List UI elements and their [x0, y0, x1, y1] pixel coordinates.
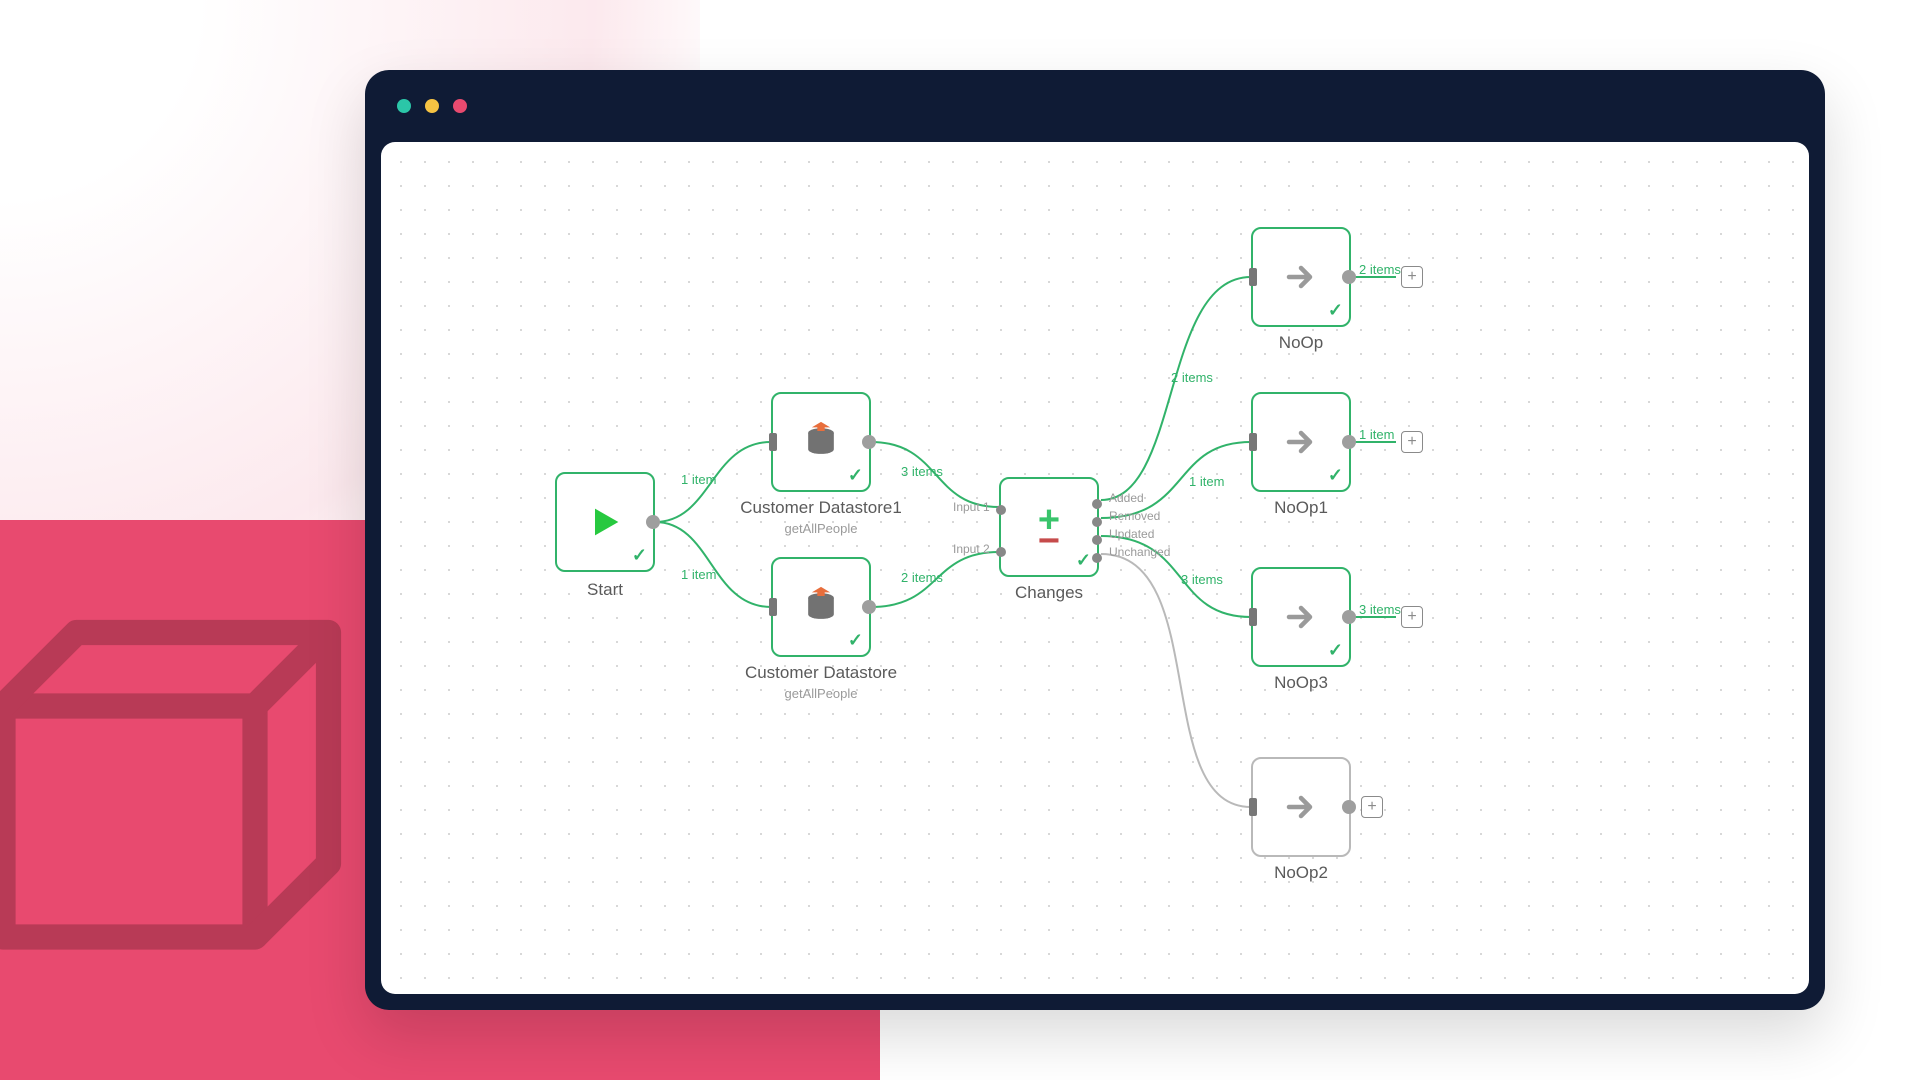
node-noop1[interactable]: ✓ [1251, 392, 1351, 492]
edge-label-noop-out: 2 items [1359, 262, 1401, 277]
edge-label-start-ds1: 1 item [681, 472, 716, 487]
node-title: Customer Datastore [745, 663, 897, 682]
node-noop3[interactable]: ✓ [1251, 567, 1351, 667]
port-out[interactable] [1342, 610, 1356, 624]
edge-label-removed: 1 item [1189, 474, 1224, 489]
port-out[interactable] [646, 515, 660, 529]
port-in-2[interactable] [996, 547, 1006, 557]
node-label-noop3: NoOp3 [1274, 673, 1328, 693]
check-icon: ✓ [1328, 300, 1343, 321]
edge-label-start-ds2: 1 item [681, 567, 716, 582]
check-icon: ✓ [848, 630, 863, 651]
check-icon: ✓ [848, 465, 863, 486]
edge-label-ds2-changes: 2 items [901, 570, 943, 585]
traffic-light-minimize[interactable] [425, 99, 439, 113]
port-label-unchanged: Unchanged [1109, 545, 1170, 559]
check-icon: ✓ [1328, 640, 1343, 661]
arrow-right-icon [1253, 759, 1349, 855]
port-out-removed[interactable] [1092, 517, 1102, 527]
port-out[interactable] [1342, 270, 1356, 284]
cube-decoration [0, 580, 360, 1000]
port-out-unchanged[interactable] [1092, 553, 1102, 563]
traffic-light-close[interactable] [397, 99, 411, 113]
node-subtitle: getAllPeople [784, 521, 857, 536]
check-icon: ✓ [1076, 550, 1091, 571]
edge-label-added: 2 items [1171, 370, 1213, 385]
port-in[interactable] [1249, 608, 1257, 626]
add-node-button[interactable]: + [1401, 266, 1423, 288]
port-label-input1: Input 1 [953, 500, 990, 514]
edge-label-noop3-out: 3 items [1359, 602, 1401, 617]
edge-label-noop1-out: 1 item [1359, 427, 1394, 442]
node-subtitle: getAllPeople [785, 686, 858, 701]
node-customer-datastore1[interactable]: ✓ [771, 392, 871, 492]
port-in[interactable] [769, 433, 777, 451]
node-label-changes: Changes [1015, 583, 1083, 603]
port-out-added[interactable] [1092, 499, 1102, 509]
add-node-button[interactable]: + [1361, 796, 1383, 818]
port-in[interactable] [1249, 798, 1257, 816]
node-label-noop2: NoOp2 [1274, 863, 1328, 883]
port-out[interactable] [1342, 800, 1356, 814]
node-customer-datastore[interactable]: ✓ [771, 557, 871, 657]
window-titlebar [365, 70, 1825, 142]
workflow-canvas[interactable]: ✓ Start ✓ Customer Datastore1 getAllPeop… [381, 142, 1809, 994]
node-changes[interactable]: +− ✓ [999, 477, 1099, 577]
port-in[interactable] [1249, 268, 1257, 286]
edge-label-ds1-changes: 3 items [901, 464, 943, 479]
port-in[interactable] [1249, 433, 1257, 451]
add-node-button[interactable]: + [1401, 431, 1423, 453]
node-noop[interactable]: ✓ [1251, 227, 1351, 327]
port-label-input2: Input 2 [953, 542, 990, 556]
node-title: Customer Datastore1 [740, 498, 902, 517]
node-label-noop1: NoOp1 [1274, 498, 1328, 518]
node-label-ds1: Customer Datastore1 getAllPeople [740, 498, 902, 538]
node-start[interactable]: ✓ [555, 472, 655, 572]
check-icon: ✓ [1328, 465, 1343, 486]
port-in[interactable] [769, 598, 777, 616]
port-out[interactable] [862, 435, 876, 449]
port-out[interactable] [862, 600, 876, 614]
check-icon: ✓ [632, 545, 647, 566]
node-label-noop: NoOp [1279, 333, 1323, 353]
port-out[interactable] [1342, 435, 1356, 449]
add-node-button[interactable]: + [1401, 606, 1423, 628]
node-label-start: Start [587, 580, 623, 600]
port-label-removed: Removed [1109, 509, 1160, 523]
port-label-added: Added [1109, 491, 1144, 505]
edge-label-updated: 3 items [1181, 572, 1223, 587]
traffic-light-zoom[interactable] [453, 99, 467, 113]
app-window: ✓ Start ✓ Customer Datastore1 getAllPeop… [365, 70, 1825, 1010]
port-out-updated[interactable] [1092, 535, 1102, 545]
node-noop2[interactable] [1251, 757, 1351, 857]
port-label-updated: Updated [1109, 527, 1154, 541]
port-in-1[interactable] [996, 505, 1006, 515]
node-label-ds2: Customer Datastore getAllPeople [745, 663, 897, 703]
